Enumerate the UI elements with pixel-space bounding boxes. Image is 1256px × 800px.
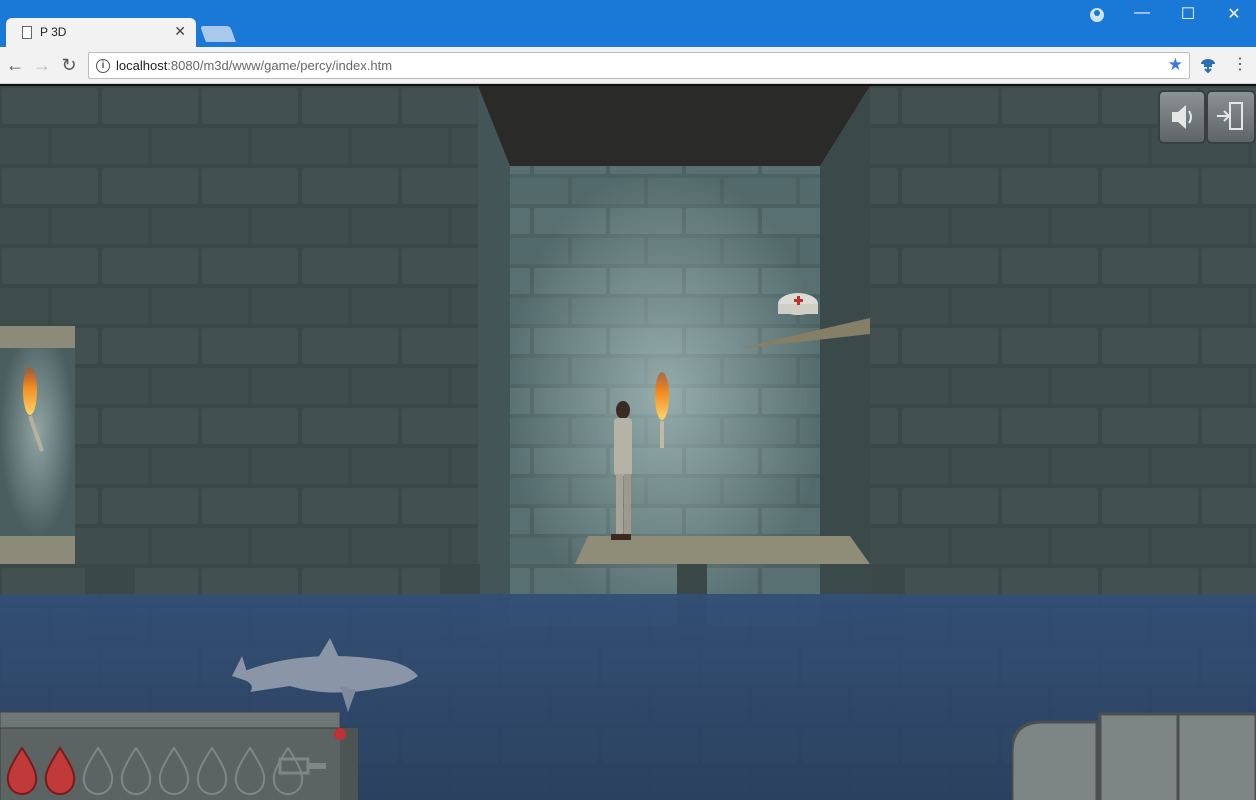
forward-button[interactable]: →	[30, 53, 54, 77]
browser-tab[interactable]: P 3D ✕	[6, 18, 196, 47]
close-window-button[interactable]: ✕	[1214, 4, 1254, 24]
extension-icon[interactable]	[1198, 55, 1218, 73]
health-potion	[778, 293, 818, 315]
back-button[interactable]: ←	[3, 53, 27, 77]
tab-close-button[interactable]: ✕	[174, 23, 186, 40]
tab-title: P 3D	[40, 25, 67, 39]
alert-gem-icon	[334, 728, 346, 740]
menu-icon[interactable]: ⋮	[1232, 54, 1248, 74]
address-bar[interactable]: i localhost:8080/m3d/www/game/percy/inde…	[88, 52, 1190, 79]
minimize-button[interactable]: —	[1122, 4, 1162, 22]
star-icon[interactable]: ★	[1168, 55, 1183, 75]
url-path: :8080/m3d/www/game/percy/index.htm	[167, 58, 393, 73]
browser-toolbar: ← → ↻ i localhost:8080/m3d/www/game/perc…	[0, 47, 1256, 84]
exit-door-icon	[1217, 102, 1243, 130]
action-controls	[1010, 712, 1256, 800]
url-host: localhost	[116, 58, 168, 73]
health-bar	[0, 710, 358, 800]
health-panel	[0, 711, 358, 800]
reload-button[interactable]: ↻	[57, 53, 81, 77]
browser-titlebar: P 3D ✕ — ☐ ✕	[0, 0, 1256, 47]
stone-ledge-center	[575, 536, 870, 564]
hud-top-controls	[1158, 90, 1256, 144]
stone-ledge-left	[0, 536, 75, 564]
game-viewport[interactable]	[0, 84, 1256, 800]
profile-icon[interactable]	[1090, 8, 1104, 22]
new-tab-button[interactable]	[200, 26, 236, 42]
action-panel	[1010, 712, 1256, 800]
url-text[interactable]: localhost:8080/m3d/www/game/percy/index.…	[116, 58, 392, 73]
action-button-left	[1010, 720, 1099, 800]
action-button-right	[1176, 712, 1256, 800]
speaker-icon	[1172, 105, 1192, 129]
exit-button[interactable]	[1206, 90, 1256, 144]
doc-icon	[22, 26, 32, 39]
action-button-middle	[1098, 712, 1180, 800]
game-scene	[0, 86, 1256, 800]
sound-button[interactable]	[1158, 90, 1206, 144]
maximize-button[interactable]: ☐	[1168, 4, 1208, 24]
info-icon[interactable]: i	[96, 59, 110, 73]
